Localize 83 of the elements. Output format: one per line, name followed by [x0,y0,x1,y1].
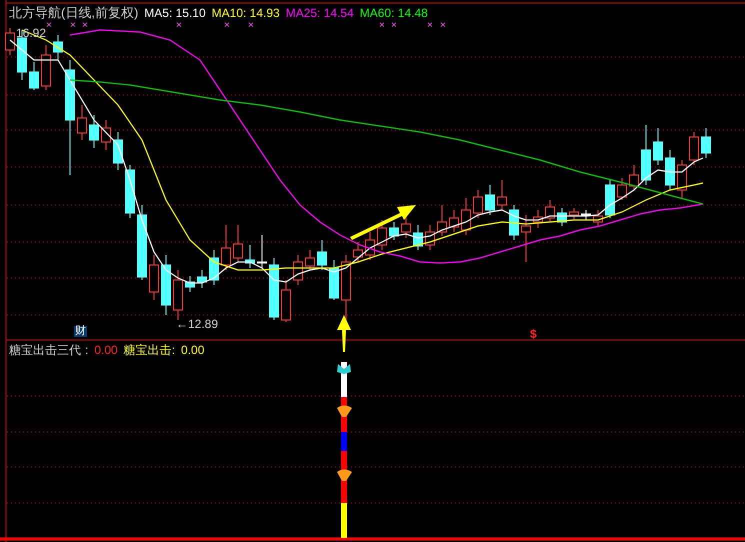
candlestick [353,242,363,262]
candlestick [449,210,459,232]
cross-marker: × [248,21,254,31]
candlestick [509,204,519,240]
candlestick [329,260,339,300]
candlestick [401,214,411,238]
candlestick [197,270,207,288]
cross-marker: × [379,21,385,31]
candlestick [689,132,699,166]
diagonal-arrow [350,205,416,240]
candlestick [653,128,663,166]
candlestick [89,114,99,148]
separator-colon: : [85,344,88,356]
candlestick [473,190,483,218]
candlestick [173,270,183,320]
candlestick [413,224,423,250]
candlestick [389,222,399,240]
moving-average-value: MA5: 15.10 [144,6,206,18]
moving-average-value: MA60: 14.48 [360,6,428,18]
butterfly-icon [337,364,351,374]
candlestick [101,120,111,150]
candlestick [317,240,327,270]
low-price-label: ←12.89 [176,318,218,330]
signal-label: 糖宝出击: [124,344,176,356]
candlestick [521,214,531,262]
candlestick [701,128,711,158]
finance-badge: 财 [74,326,87,337]
candlestick [665,150,675,190]
candlestick [221,224,231,270]
candlestick [269,258,279,320]
candlestick [305,250,315,270]
candlestick [245,244,255,268]
cross-marker: × [391,21,397,31]
indicator-name: 糖宝出击三代 [9,344,81,356]
candlestick [581,210,591,220]
candlestick [629,164,639,190]
candlestick [557,208,567,226]
cross-marker: × [176,21,182,31]
candlestick [53,34,63,60]
moving-average-value: MA25: 14.54 [286,6,354,18]
candlestick [29,62,39,90]
candlestick [545,200,555,222]
candlestick [593,210,603,226]
cross-marker: × [70,21,76,31]
candlestick [569,208,579,220]
cross-marker: × [427,21,433,31]
candlestick [605,180,615,218]
candlestick [617,178,627,200]
candlestick [185,276,195,292]
indicator-value: 0.00 [94,344,118,356]
chart-title: 北方导航(日线,前复权) [9,6,138,19]
cross-marker: × [46,21,52,31]
candlestick [641,124,651,186]
cross-marker: × [440,21,446,31]
ingot-icon [337,406,352,417]
candlestick [677,160,687,198]
cross-marker: × [82,21,88,31]
candlestick [377,220,387,250]
signal-value: 0.00 [181,344,204,356]
candlestick [425,224,435,250]
candlestick [149,254,159,300]
candlestick [497,180,507,210]
candlestick [293,254,303,286]
up-arrow [337,315,351,352]
candlestick [113,132,123,170]
moving-average-value: MA10: 14.93 [212,6,280,18]
candlestick [5,28,15,56]
candlestick [485,184,495,216]
candlestick [365,232,375,260]
candlestick [161,254,171,316]
dollar-mark: $ [530,328,537,340]
candlestick [533,210,543,228]
candlestick [233,224,243,262]
candlestick [209,250,219,286]
ingot-icon [337,470,352,481]
cross-marker: × [224,21,230,31]
candlestick [437,204,447,236]
candlestick [281,280,291,322]
candlestick [125,164,135,218]
candlestick [257,234,267,268]
candlestick [77,104,87,140]
candlestick [461,198,471,236]
candlestick [41,44,51,90]
